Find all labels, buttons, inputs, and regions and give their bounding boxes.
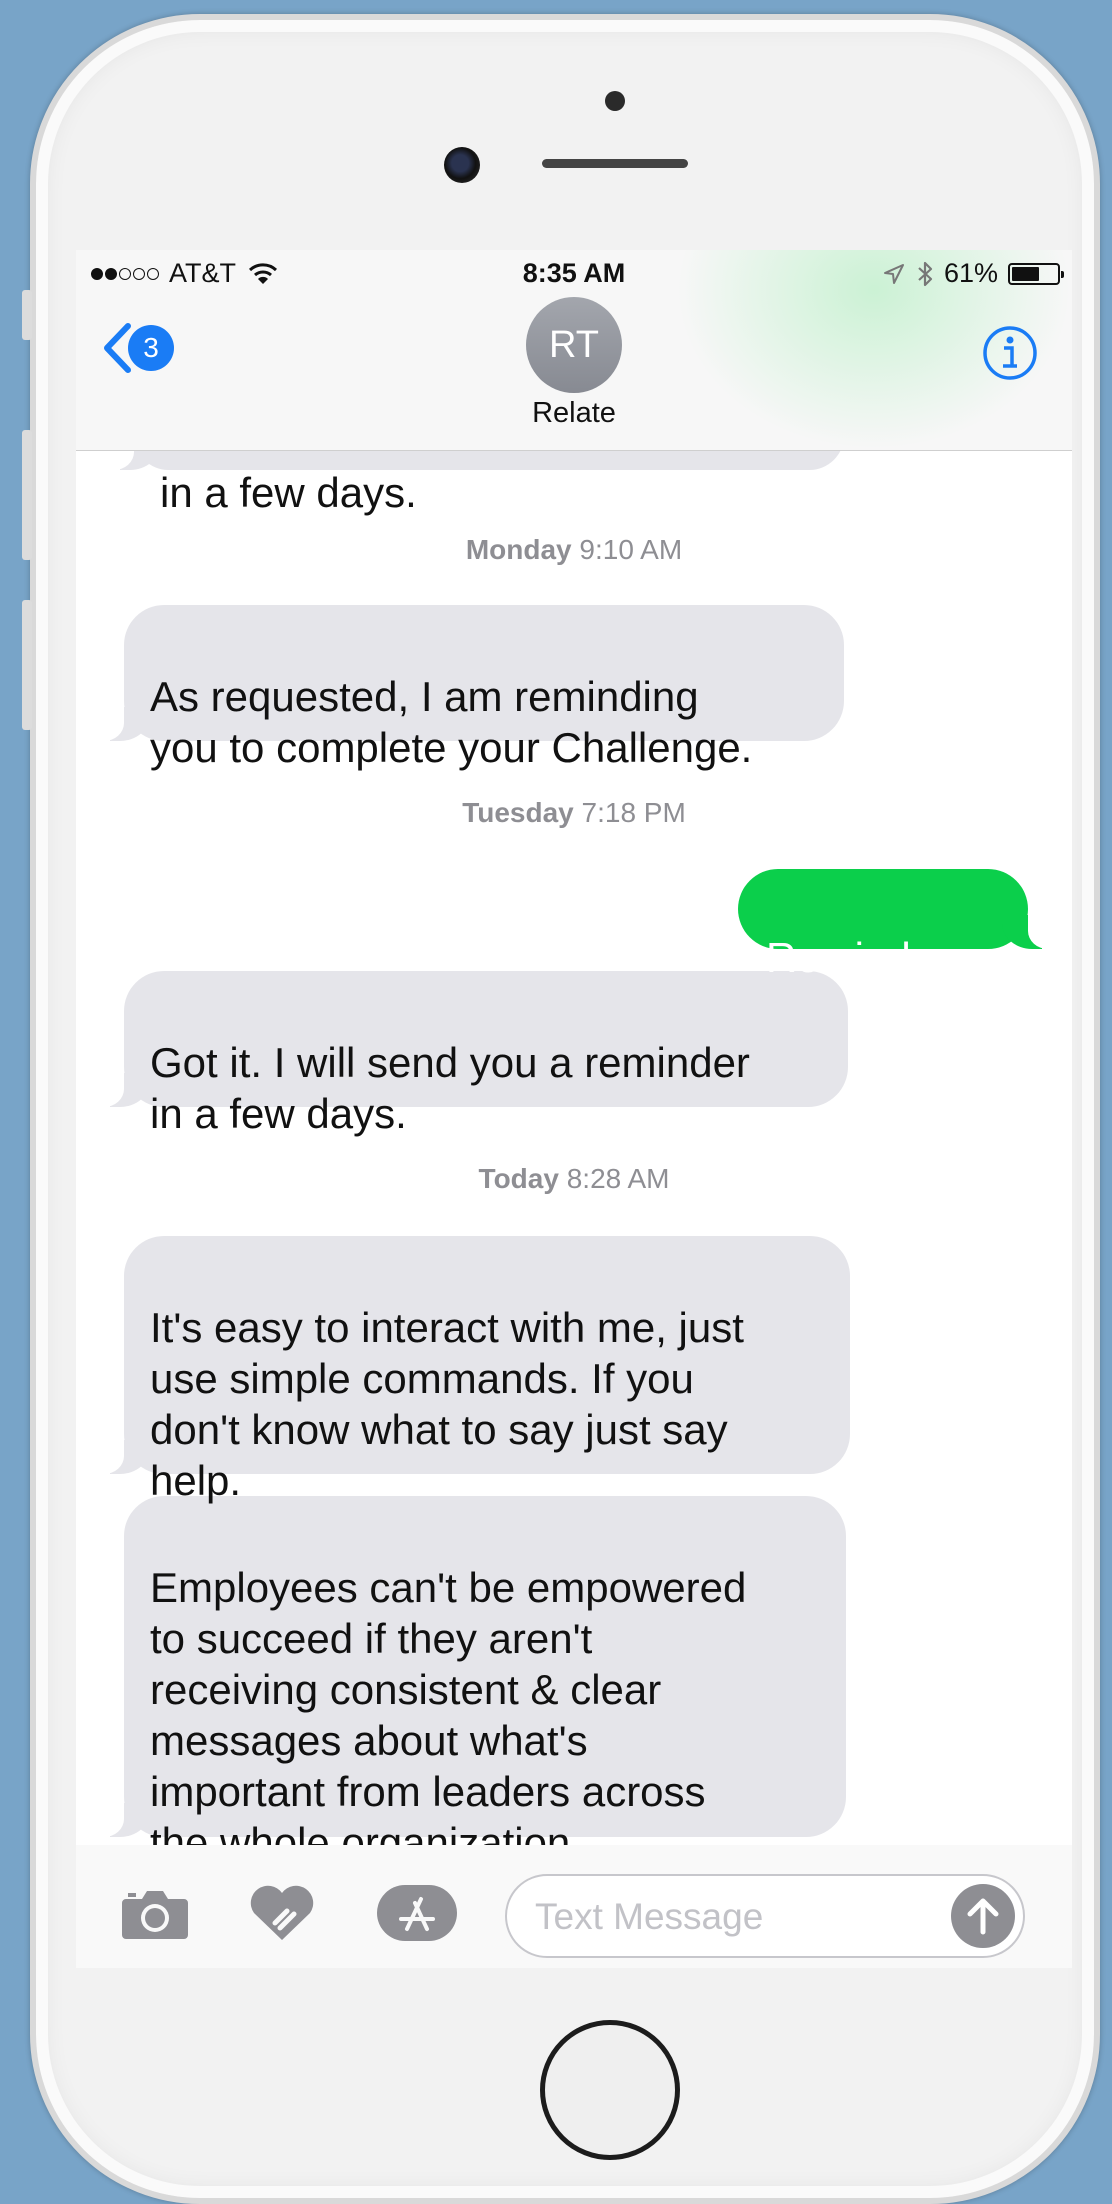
timestamp-tuesday: Tuesday 7:18 PM — [76, 797, 1072, 829]
volume-down-button — [22, 600, 32, 730]
timestamp-day: Today — [478, 1163, 559, 1194]
status-right: 61% — [882, 258, 1064, 289]
volume-up-button — [22, 430, 32, 560]
earpiece-speaker — [542, 159, 688, 168]
message-composer — [76, 1845, 1072, 1968]
timestamp-time: 8:28 AM — [566, 1163, 670, 1194]
timestamp-time: 7:18 PM — [581, 797, 686, 828]
text-message-field[interactable] — [505, 1874, 1025, 1958]
partial-message-bubble[interactable]: in a few days. — [100, 451, 844, 516]
digital-touch-icon[interactable] — [247, 1883, 317, 1943]
message-text: Employees can't be empowered to succeed … — [150, 1564, 747, 1845]
contact-name[interactable]: Relate — [76, 397, 1072, 430]
camera-icon[interactable] — [120, 1885, 190, 1941]
bluetooth-icon — [918, 261, 933, 286]
timestamp-today: Today 8:28 AM — [76, 1163, 1072, 1195]
proximity-sensor — [605, 91, 625, 111]
message-text: It's easy to interact with me, just use … — [150, 1304, 744, 1504]
timestamp-day: Tuesday — [462, 797, 574, 828]
send-button[interactable] — [951, 1884, 1015, 1948]
incoming-message-bubble[interactable]: It's easy to interact with me, just use … — [90, 1236, 850, 1504]
incoming-message-bubble[interactable]: Employees can't be empowered to succeed … — [90, 1496, 846, 1845]
messages-screen: AT&T 8:35 AM 61% 3 RT Relate in a few da… — [76, 250, 1072, 1968]
back-button[interactable]: 3 — [102, 322, 174, 374]
info-icon[interactable] — [982, 325, 1038, 381]
front-camera — [444, 147, 480, 183]
message-thread[interactable]: in a few days. Monday 9:10 AM As request… — [76, 451, 1072, 1845]
contact-avatar[interactable]: RT — [526, 297, 622, 393]
message-text: Got it. I will send you a reminder in a … — [150, 1039, 750, 1137]
battery-percent: 61% — [943, 258, 998, 288]
battery-level — [1012, 266, 1039, 281]
mute-switch — [22, 290, 32, 340]
home-button[interactable] — [540, 2020, 680, 2160]
conversation-header: AT&T 8:35 AM 61% 3 RT Relate — [76, 250, 1072, 451]
message-text: in a few days. — [160, 469, 417, 516]
incoming-message-bubble[interactable]: Got it. I will send you a reminder in a … — [90, 971, 848, 1137]
message-text: Remind me — [766, 934, 981, 981]
send-arrow-icon — [967, 1898, 999, 1935]
incoming-message-bubble[interactable]: As requested, I am reminding you to comp… — [90, 605, 844, 771]
timestamp-day: Monday — [465, 534, 572, 565]
battery-icon — [1008, 262, 1064, 285]
timestamp-monday: Monday 9:10 AM — [76, 534, 1072, 566]
app-store-icon[interactable] — [375, 1883, 459, 1943]
status-bar: AT&T 8:35 AM 61% — [76, 250, 1072, 300]
location-arrow-icon — [883, 263, 904, 284]
outgoing-message-bubble[interactable]: Remind me — [738, 869, 1062, 981]
message-text: As requested, I am reminding you to comp… — [150, 673, 753, 771]
unread-count-badge: 3 — [128, 325, 174, 371]
text-message-input[interactable] — [533, 1888, 927, 1946]
timestamp-time: 9:10 AM — [579, 534, 683, 565]
